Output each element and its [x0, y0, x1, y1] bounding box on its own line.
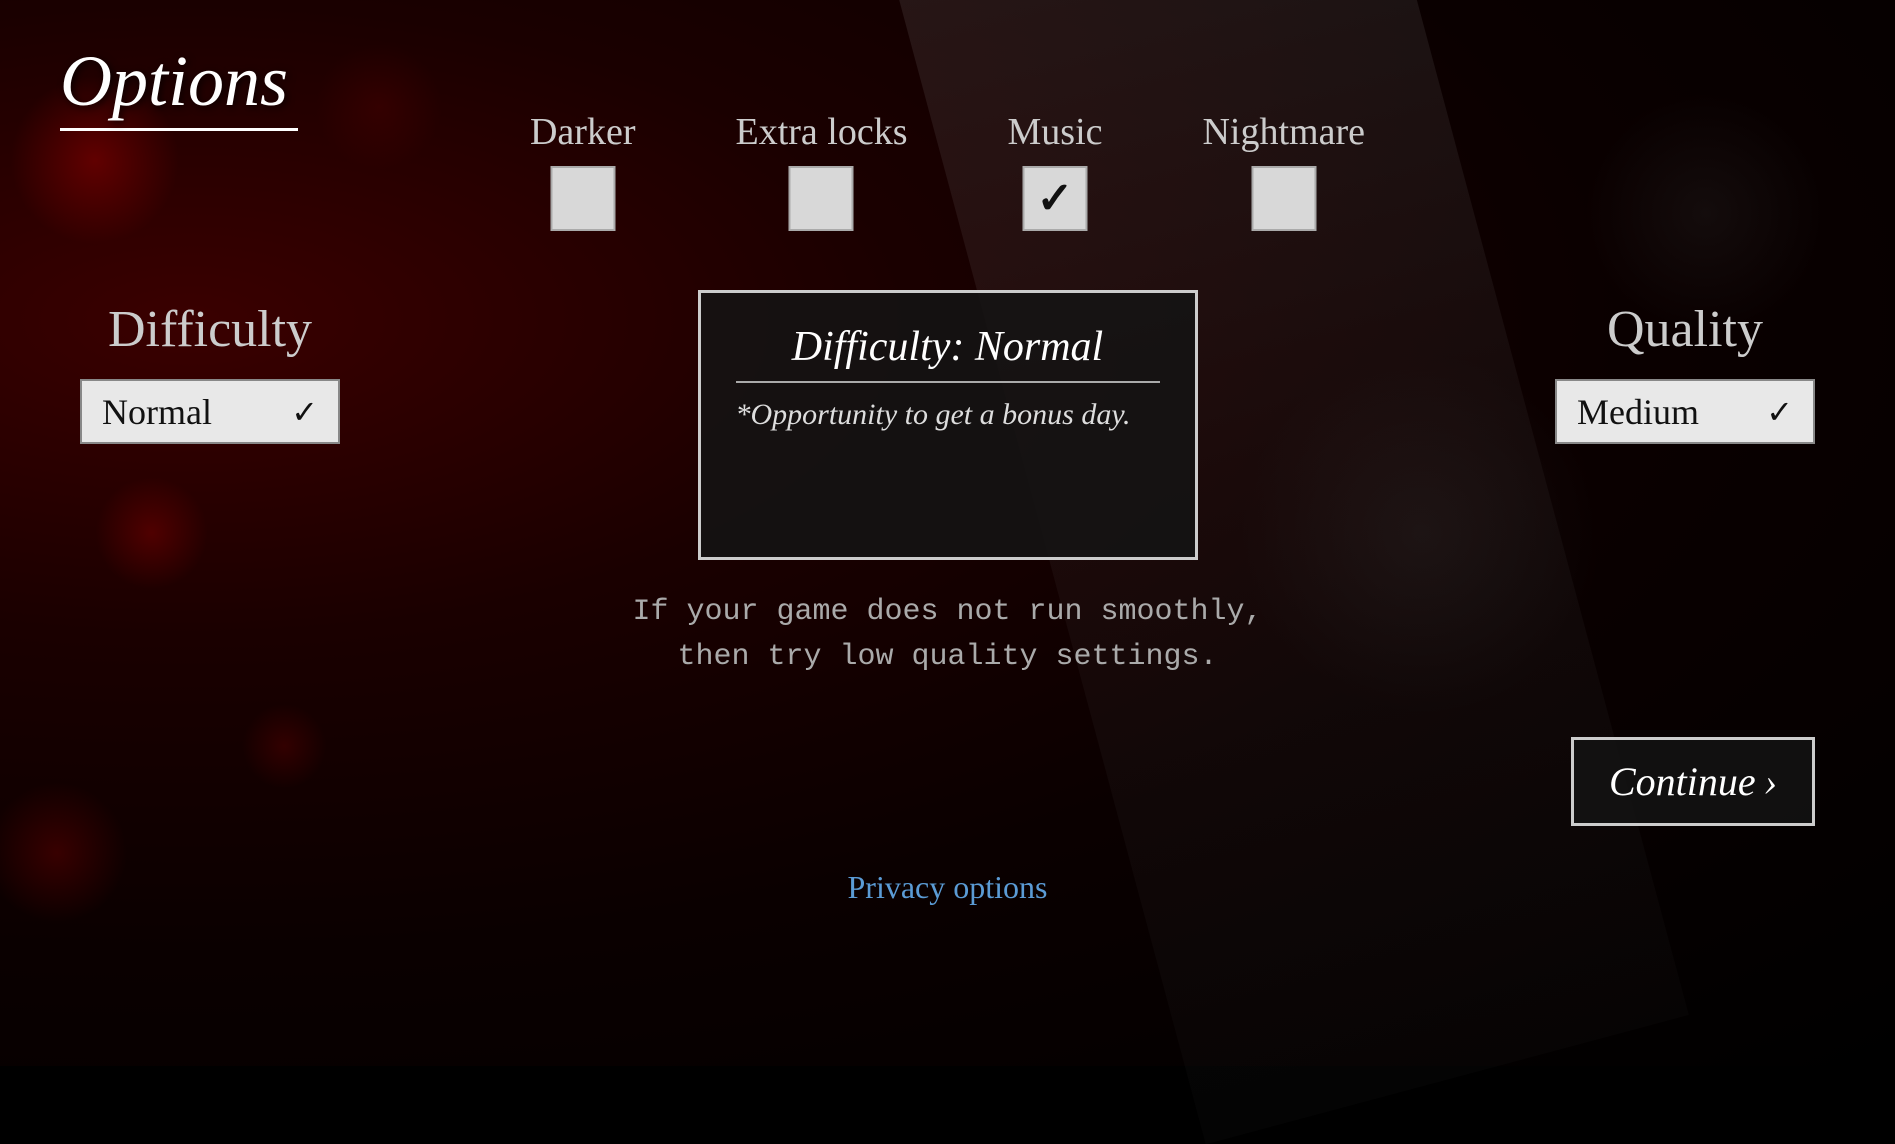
checkbox-darker[interactable]: [550, 166, 615, 231]
performance-hint: If your game does not run smoothly, then…: [632, 590, 1262, 680]
difficulty-value: Normal: [102, 391, 212, 433]
info-box-description: *Opportunity to get a bonus day.: [736, 398, 1131, 432]
difficulty-dropdown[interactable]: Normal ✓: [80, 379, 340, 444]
quality-title: Quality: [1607, 300, 1763, 359]
checkbox-label-music: Music: [1007, 110, 1102, 154]
checkbox-item-nightmare: Nightmare: [1202, 110, 1365, 231]
main-content: Options Darker Extra locks Music Nightma…: [0, 0, 1895, 1066]
checkbox-music[interactable]: [1022, 166, 1087, 231]
quality-dropdown[interactable]: Medium ✓: [1555, 379, 1815, 444]
continue-button[interactable]: Continue ›: [1571, 737, 1815, 826]
privacy-options-link[interactable]: Privacy options: [848, 869, 1048, 906]
middle-section: Difficulty Normal ✓ Difficulty: Normal *…: [0, 290, 1895, 560]
difficulty-info-box: Difficulty: Normal *Opportunity to get a…: [698, 290, 1198, 560]
quality-arrow-icon: ✓: [1766, 393, 1793, 431]
info-box-title: Difficulty: Normal: [736, 323, 1160, 383]
checkbox-item-music: Music: [1007, 110, 1102, 231]
checkbox-item-extra-locks: Extra locks: [735, 110, 907, 231]
checkboxes-row: Darker Extra locks Music Nightmare: [530, 110, 1365, 231]
difficulty-arrow-icon: ✓: [291, 393, 318, 431]
continue-label: Continue: [1609, 758, 1756, 805]
checkbox-item-darker: Darker: [530, 110, 635, 231]
continue-arrow-icon: ›: [1764, 758, 1777, 805]
checkbox-label-darker: Darker: [530, 110, 635, 154]
checkbox-label-nightmare: Nightmare: [1202, 110, 1365, 154]
checkbox-label-extra-locks: Extra locks: [735, 110, 907, 154]
checkbox-nightmare[interactable]: [1251, 166, 1316, 231]
page-title: Options: [60, 40, 298, 131]
difficulty-title: Difficulty: [108, 300, 312, 359]
quality-value: Medium: [1577, 391, 1699, 433]
difficulty-section: Difficulty Normal ✓: [80, 290, 340, 444]
perf-hint-line2: then try low quality settings.: [632, 635, 1262, 680]
checkbox-extra-locks[interactable]: [789, 166, 854, 231]
quality-section: Quality Medium ✓: [1555, 290, 1815, 444]
perf-hint-line1: If your game does not run smoothly,: [632, 590, 1262, 635]
